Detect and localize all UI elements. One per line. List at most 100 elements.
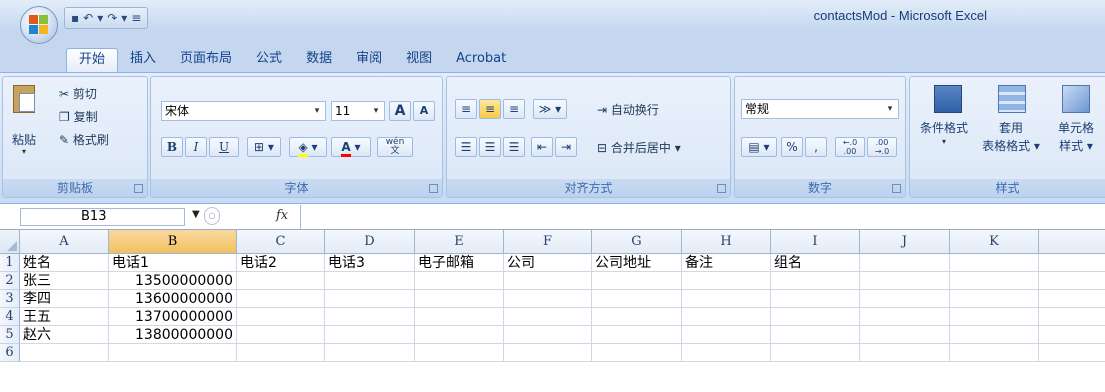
grow-font-button[interactable]: A bbox=[389, 101, 411, 121]
cell-f6[interactable] bbox=[504, 344, 592, 362]
paste-button[interactable]: 粘贴 ▾ bbox=[9, 85, 39, 156]
borders-button[interactable]: ⊞ ▾ bbox=[247, 137, 281, 157]
font-name-combo[interactable]: 宋体 ▾ bbox=[161, 101, 326, 121]
cell-overflow5[interactable] bbox=[1039, 326, 1105, 344]
cell-a3[interactable]: 李四 bbox=[20, 290, 109, 308]
tab-data[interactable]: 数据 bbox=[294, 48, 344, 72]
cell-k2[interactable] bbox=[950, 272, 1039, 290]
italic-button[interactable]: I bbox=[185, 137, 207, 157]
cell-e1[interactable]: 电子邮箱 bbox=[415, 254, 504, 272]
alignment-launcher-icon[interactable] bbox=[717, 184, 726, 193]
cell-g2[interactable] bbox=[592, 272, 682, 290]
cell-c3[interactable] bbox=[237, 290, 325, 308]
cell-k3[interactable] bbox=[950, 290, 1039, 308]
tab-view[interactable]: 视图 bbox=[394, 48, 444, 72]
clipboard-launcher-icon[interactable] bbox=[134, 184, 143, 193]
column-header-j[interactable]: J bbox=[860, 230, 950, 254]
column-header-a[interactable]: A bbox=[20, 230, 109, 254]
cell-h3[interactable] bbox=[682, 290, 771, 308]
cell-j5[interactable] bbox=[860, 326, 950, 344]
conditional-formatting-button[interactable]: 条件格式 ▾ bbox=[914, 83, 974, 159]
tab-review[interactable]: 审阅 bbox=[344, 48, 394, 72]
column-header-overflow[interactable] bbox=[1039, 230, 1105, 254]
increase-indent-button[interactable]: ⇥ bbox=[555, 137, 577, 157]
cell-d6[interactable] bbox=[325, 344, 415, 362]
cell-f1[interactable]: 公司 bbox=[504, 254, 592, 272]
cell-a6[interactable] bbox=[20, 344, 109, 362]
increase-decimal-button[interactable]: ←.0 .00 bbox=[835, 137, 865, 157]
cell-d2[interactable] bbox=[325, 272, 415, 290]
number-launcher-icon[interactable] bbox=[892, 184, 901, 193]
copy-button[interactable]: ❐ 复制 bbox=[59, 108, 98, 125]
align-right-button[interactable]: ☰ bbox=[503, 137, 525, 157]
cancel-entry-icon[interactable]: ○ bbox=[204, 207, 220, 225]
tab-home[interactable]: 开始 bbox=[66, 48, 119, 73]
select-all-corner[interactable] bbox=[0, 230, 20, 254]
shrink-font-button[interactable]: A bbox=[413, 101, 435, 121]
cell-f2[interactable] bbox=[504, 272, 592, 290]
column-header-f[interactable]: F bbox=[504, 230, 592, 254]
column-header-g[interactable]: G bbox=[592, 230, 682, 254]
cell-h4[interactable] bbox=[682, 308, 771, 326]
cell-e3[interactable] bbox=[415, 290, 504, 308]
cell-d4[interactable] bbox=[325, 308, 415, 326]
cell-overflow3[interactable] bbox=[1039, 290, 1105, 308]
row-header-2[interactable]: 2 bbox=[0, 272, 20, 290]
cell-e4[interactable] bbox=[415, 308, 504, 326]
cell-b1[interactable]: 电话1 bbox=[109, 254, 237, 272]
formula-input[interactable] bbox=[300, 205, 1105, 229]
cell-c1[interactable]: 电话2 bbox=[237, 254, 325, 272]
cell-styles-button[interactable]: 单元格 样式 ▾ bbox=[1046, 83, 1105, 159]
cell-k4[interactable] bbox=[950, 308, 1039, 326]
font-size-combo[interactable]: 11 ▾ bbox=[331, 101, 385, 121]
row-header-5[interactable]: 5 bbox=[0, 326, 20, 344]
cell-g1[interactable]: 公司地址 bbox=[592, 254, 682, 272]
cell-c6[interactable] bbox=[237, 344, 325, 362]
format-painter-button[interactable]: ✎ 格式刷 bbox=[59, 131, 109, 148]
cell-i2[interactable] bbox=[771, 272, 860, 290]
cell-c5[interactable] bbox=[237, 326, 325, 344]
cell-b3[interactable]: 13600000000 bbox=[109, 290, 237, 308]
cell-i3[interactable] bbox=[771, 290, 860, 308]
cell-e6[interactable] bbox=[415, 344, 504, 362]
cell-f4[interactable] bbox=[504, 308, 592, 326]
column-header-k[interactable]: K bbox=[950, 230, 1039, 254]
cell-i5[interactable] bbox=[771, 326, 860, 344]
tab-formulas[interactable]: 公式 bbox=[244, 48, 294, 72]
font-launcher-icon[interactable] bbox=[429, 184, 438, 193]
cell-g6[interactable] bbox=[592, 344, 682, 362]
office-button[interactable] bbox=[20, 6, 58, 44]
cell-h5[interactable] bbox=[682, 326, 771, 344]
decrease-indent-button[interactable]: ⇤ bbox=[531, 137, 553, 157]
cell-c4[interactable] bbox=[237, 308, 325, 326]
tab-page-layout[interactable]: 页面布局 bbox=[168, 48, 244, 72]
align-center-button[interactable]: ☰ bbox=[479, 137, 501, 157]
cell-j2[interactable] bbox=[860, 272, 950, 290]
cut-button[interactable]: ✂ 剪切 bbox=[59, 85, 97, 102]
cell-a5[interactable]: 赵六 bbox=[20, 326, 109, 344]
cell-a4[interactable]: 王五 bbox=[20, 308, 109, 326]
cell-i4[interactable] bbox=[771, 308, 860, 326]
comma-button[interactable]: , bbox=[805, 137, 827, 157]
cell-b2[interactable]: 13500000000 bbox=[109, 272, 237, 290]
cell-b4[interactable]: 13700000000 bbox=[109, 308, 237, 326]
cell-overflow2[interactable] bbox=[1039, 272, 1105, 290]
tab-acrobat[interactable]: Acrobat bbox=[444, 48, 518, 72]
column-header-e[interactable]: E bbox=[415, 230, 504, 254]
cell-overflow1[interactable] bbox=[1039, 254, 1105, 272]
cell-d1[interactable]: 电话3 bbox=[325, 254, 415, 272]
column-header-h[interactable]: H bbox=[682, 230, 771, 254]
percent-button[interactable]: % bbox=[781, 137, 803, 157]
cell-d3[interactable] bbox=[325, 290, 415, 308]
orientation-button[interactable]: ≫ ▾ bbox=[533, 99, 567, 119]
cell-j3[interactable] bbox=[860, 290, 950, 308]
insert-function-icon[interactable]: fx bbox=[276, 208, 288, 223]
tab-insert[interactable]: 插入 bbox=[118, 48, 168, 72]
font-color-button[interactable]: A ▾ bbox=[331, 137, 371, 157]
fill-color-button[interactable]: ◈ ▾ bbox=[289, 137, 327, 157]
cell-j6[interactable] bbox=[860, 344, 950, 362]
cell-f5[interactable] bbox=[504, 326, 592, 344]
cell-g5[interactable] bbox=[592, 326, 682, 344]
cell-a2[interactable]: 张三 bbox=[20, 272, 109, 290]
align-left-button[interactable]: ☰ bbox=[455, 137, 477, 157]
